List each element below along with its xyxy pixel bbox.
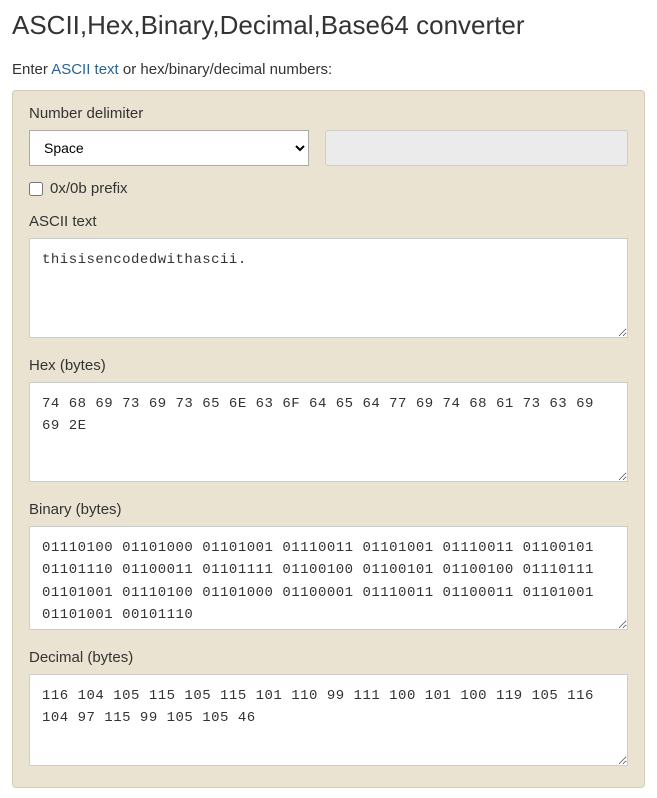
delimiter-select[interactable]: Space	[29, 130, 309, 166]
hex-textarea[interactable]	[29, 382, 628, 482]
prefix-label[interactable]: 0x/0b prefix	[50, 180, 128, 197]
ascii-link[interactable]: ASCII text	[51, 61, 119, 78]
hex-label: Hex (bytes)	[29, 357, 628, 374]
delimiter-custom-input[interactable]	[325, 130, 628, 166]
intro-text: Enter ASCII text or hex/binary/decimal n…	[12, 61, 645, 78]
intro-suffix: or hex/binary/decimal numbers:	[119, 61, 332, 78]
ascii-textarea[interactable]	[29, 238, 628, 338]
page-title: ASCII,Hex,Binary,Decimal,Base64 converte…	[12, 10, 645, 41]
prefix-row: 0x/0b prefix	[29, 180, 628, 197]
binary-textarea[interactable]	[29, 526, 628, 630]
decimal-label: Decimal (bytes)	[29, 649, 628, 666]
delimiter-row: Space	[29, 130, 628, 166]
prefix-checkbox[interactable]	[29, 182, 43, 196]
binary-label: Binary (bytes)	[29, 501, 628, 518]
delimiter-label: Number delimiter	[29, 105, 628, 122]
decimal-textarea[interactable]	[29, 674, 628, 766]
intro-prefix: Enter	[12, 61, 51, 78]
converter-panel: Number delimiter Space 0x/0b prefix ASCI…	[12, 90, 645, 788]
ascii-label: ASCII text	[29, 213, 628, 230]
